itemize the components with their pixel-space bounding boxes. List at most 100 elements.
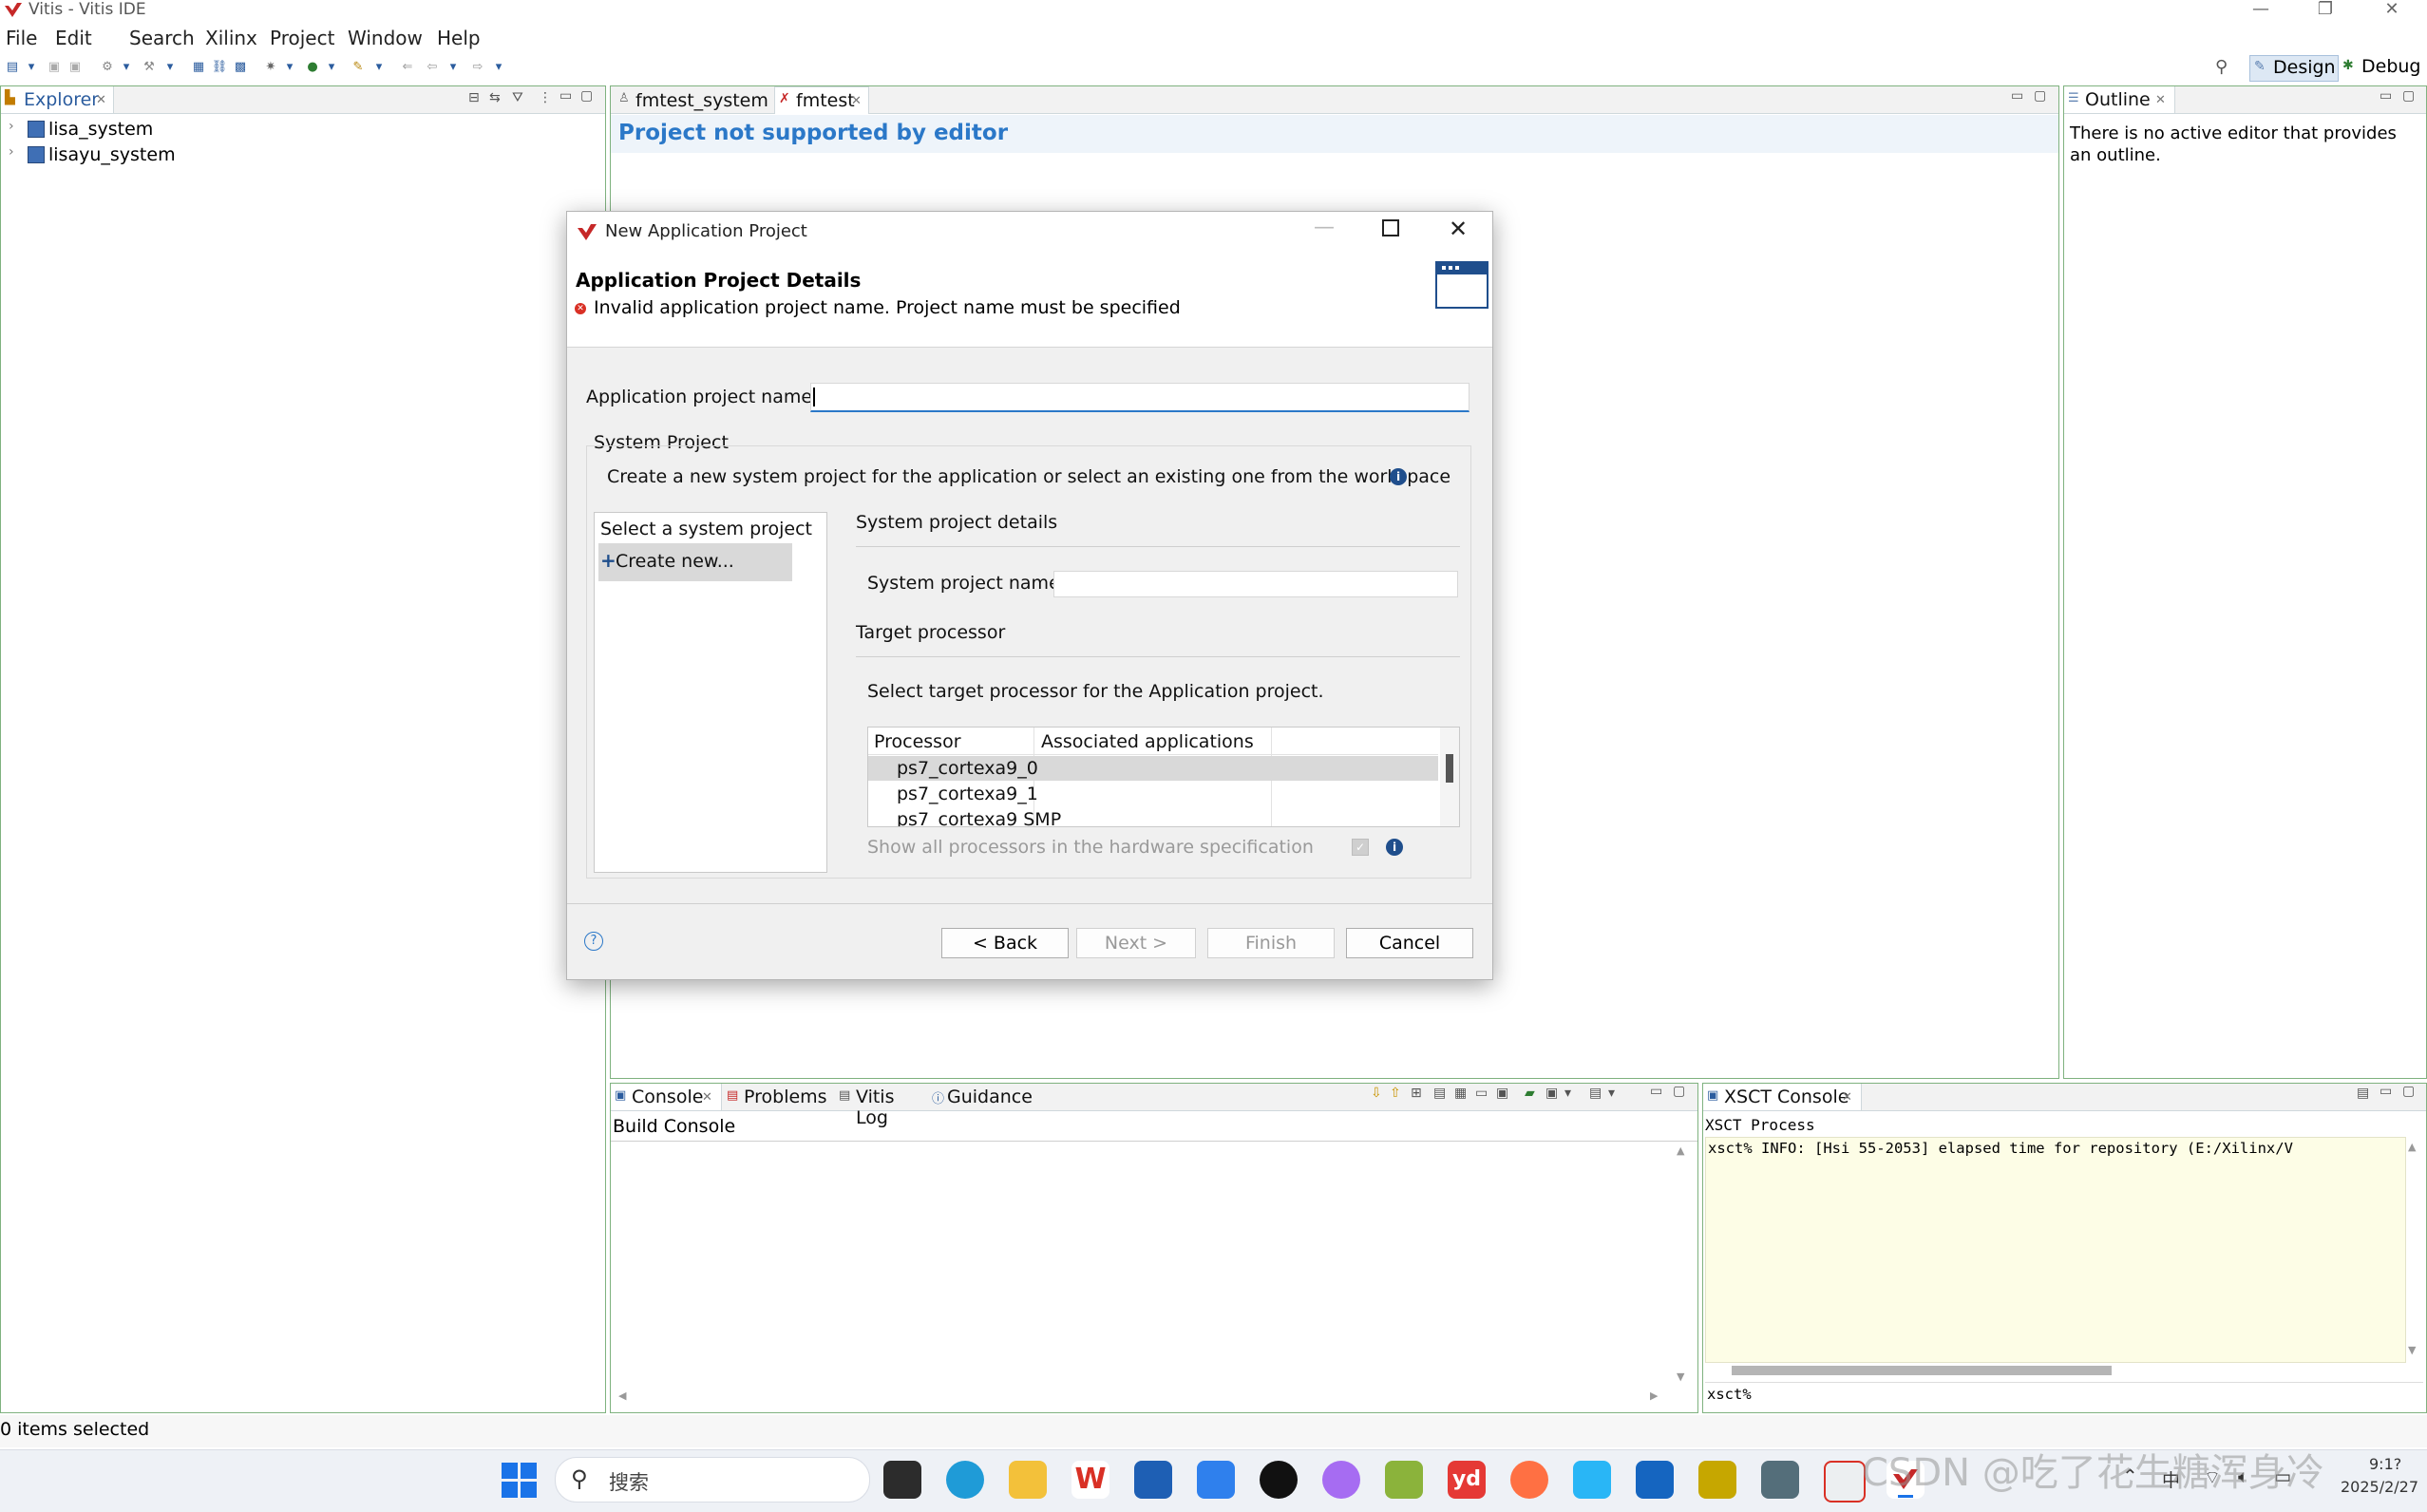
editor-tab-fmtest-system[interactable]: ♙ fmtest_system	[615, 88, 772, 113]
column-header-processor[interactable]: Processor	[874, 731, 961, 752]
restore-button[interactable]: ❐	[2297, 0, 2354, 21]
minimize-view-icon[interactable]: ▭	[2380, 1084, 2392, 1099]
menu-file[interactable]: File	[6, 27, 37, 49]
clear-console-icon[interactable]: ▤	[2357, 1086, 2369, 1101]
scroll-down-arrow-icon[interactable]: ▼	[2408, 1344, 2416, 1356]
maximize-view-icon[interactable]: ▢	[580, 88, 593, 104]
vitis-hls-icon[interactable]	[1698, 1461, 1736, 1499]
xsct-tab[interactable]: ▣ XSCT Console ✕	[1703, 1084, 1862, 1110]
vscode-icon[interactable]	[1197, 1461, 1235, 1499]
mail-icon[interactable]	[1636, 1461, 1674, 1499]
dropdown-icon[interactable]: ▾	[161, 59, 179, 76]
save-icon[interactable]: ▣	[46, 59, 63, 76]
chevron-right-icon[interactable]: ›	[9, 119, 14, 134]
link-icon[interactable]: ⛓	[211, 59, 228, 76]
editor-tab-fmtest[interactable]: ✗ fmtest ✕	[774, 86, 869, 114]
info-icon[interactable]: i	[1390, 468, 1407, 485]
explorer-tab[interactable]: ▙ Explorer ✕	[1, 86, 114, 113]
minimize-button[interactable]: —	[2232, 0, 2289, 21]
dialog-minimize-button[interactable]: —	[1314, 216, 1335, 239]
dropdown-icon[interactable]: ▾	[1564, 1086, 1571, 1101]
dropdown-icon[interactable]: ▾	[490, 59, 507, 76]
calculator-icon[interactable]	[1761, 1461, 1799, 1499]
menu-help[interactable]: Help	[437, 27, 481, 49]
table-row[interactable]: ps7_cortexa9_1	[868, 782, 1438, 806]
close-tab-icon[interactable]: ✕	[702, 1090, 712, 1105]
menu-window[interactable]: Window	[348, 27, 423, 49]
minimize-view-icon[interactable]: ▭	[2380, 88, 2392, 104]
close-tab-icon[interactable]: ✕	[2155, 93, 2166, 107]
project-name-input[interactable]	[810, 383, 1469, 412]
maximize-view-icon[interactable]: ▢	[1673, 1084, 1685, 1099]
scroll-thumb[interactable]	[1732, 1366, 2112, 1375]
new-console-icon[interactable]: ▣	[1545, 1086, 1558, 1101]
tree-item[interactable]: › lisa_system	[5, 119, 575, 142]
menu-edit[interactable]: Edit	[55, 27, 92, 49]
design-perspective-button[interactable]: ✎ Design	[2249, 55, 2339, 82]
cloud-app-icon[interactable]	[1573, 1461, 1611, 1499]
scroll-lock-icon[interactable]: ▦	[1454, 1086, 1467, 1101]
list-item[interactable]: + Create new...	[598, 543, 792, 581]
help-icon[interactable]: ?	[584, 932, 603, 951]
xsct-input[interactable]: xsct%	[1705, 1382, 2423, 1408]
wps-office-icon[interactable]: W	[1071, 1461, 1109, 1499]
system-project-name-input[interactable]	[1053, 571, 1458, 597]
tab-guidance[interactable]: ⓘ Guidance	[930, 1084, 1034, 1110]
pin-console-icon[interactable]: ▭	[1475, 1086, 1488, 1101]
menu-project[interactable]: Project	[270, 27, 334, 49]
tree-item[interactable]: › lisayu_system	[5, 144, 575, 167]
minimize-view-icon[interactable]: ▭	[559, 88, 572, 104]
table-scrollbar[interactable]	[1440, 728, 1459, 826]
tab-vitis-log[interactable]: ▤ Vitis Log	[837, 1084, 932, 1128]
program-fpga-icon[interactable]: ▦	[190, 59, 207, 76]
finish-button[interactable]: Finish	[1207, 928, 1335, 958]
close-tab-icon[interactable]: ✕	[1842, 1090, 1852, 1105]
show-all-processors-checkbox[interactable]: ✓	[1352, 839, 1369, 856]
windows-start-icon[interactable]	[502, 1463, 538, 1499]
dropdown-icon[interactable]: ▾	[23, 59, 40, 76]
menu-search[interactable]: Search	[129, 27, 195, 49]
scroll-up-icon[interactable]: ⇧	[1390, 1086, 1401, 1101]
debug-perspective-button[interactable]: ✱ Debug	[2341, 55, 2424, 80]
processor-table[interactable]: Processor Associated applications ps7_co…	[867, 727, 1460, 827]
save-all-icon[interactable]: ▣	[66, 59, 84, 76]
prev-icon[interactable]: ⇦	[424, 59, 441, 76]
dropdown-icon[interactable]: ▾	[281, 59, 298, 76]
store-icon[interactable]	[1134, 1461, 1172, 1499]
system-project-list[interactable]: Select a system project + Create new...	[594, 512, 827, 873]
scroll-thumb[interactable]	[1446, 754, 1453, 783]
close-tab-icon[interactable]: ✕	[96, 93, 106, 107]
scroll-down-icon[interactable]: ⇩	[1371, 1086, 1382, 1101]
tab-problems[interactable]: ▤ Problems	[725, 1084, 835, 1110]
dropdown-icon[interactable]: ▾	[370, 59, 388, 76]
cancel-button[interactable]: Cancel	[1346, 928, 1473, 958]
tab-console[interactable]: ▣ Console ✕	[611, 1084, 722, 1110]
dropdown-icon[interactable]: ▾	[445, 59, 462, 76]
maximize-view-icon[interactable]: ▢	[2402, 1084, 2415, 1099]
outline-tab[interactable]: ☰ Outline ✕	[2064, 86, 2175, 113]
horizontal-scrollbar[interactable]	[1705, 1361, 2423, 1380]
dropdown-icon[interactable]: ▾	[1608, 1086, 1615, 1101]
maximize-view-icon[interactable]: ▢	[2034, 88, 2046, 104]
scroll-left-arrow-icon[interactable]: ◀	[618, 1389, 626, 1402]
new-icon[interactable]: ▤	[4, 59, 21, 76]
horizontal-scrollbar[interactable]: ◀ ▶	[611, 1386, 1673, 1407]
scroll-down-arrow-icon[interactable]: ▼	[1677, 1370, 1684, 1383]
scroll-up-arrow-icon[interactable]: ▲	[1677, 1144, 1684, 1157]
build-icon[interactable]: ⚙	[99, 59, 116, 76]
dialog-close-button[interactable]: ✕	[1449, 216, 1468, 242]
back-nav-icon[interactable]: ⇐	[399, 59, 416, 76]
cat-app-icon[interactable]	[1322, 1461, 1360, 1499]
close-window-button[interactable]: ✕	[2363, 0, 2420, 21]
maximize-view-icon[interactable]: ▢	[2402, 88, 2415, 104]
open-console-icon[interactable]: ▰	[1525, 1086, 1535, 1101]
hammer-icon[interactable]: ⚒	[141, 59, 158, 76]
dialog-maximize-button[interactable]	[1382, 219, 1399, 236]
task-view-icon[interactable]	[883, 1461, 921, 1499]
scroll-right-arrow-icon[interactable]: ▶	[1650, 1389, 1658, 1402]
filter-icon[interactable]: ⛛	[512, 90, 523, 105]
edge-browser-icon[interactable]	[946, 1461, 984, 1499]
back-button[interactable]: < Back	[941, 928, 1069, 958]
youdao-icon[interactable]: yd	[1448, 1461, 1486, 1499]
console-view-icon[interactable]: ▤	[1589, 1086, 1602, 1101]
